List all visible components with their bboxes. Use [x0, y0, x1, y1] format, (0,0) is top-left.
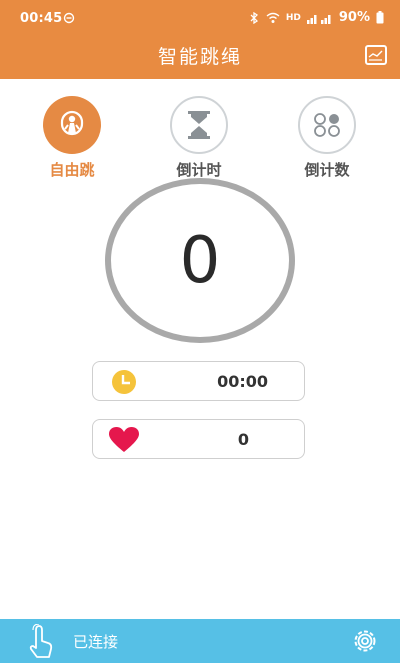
- stats-button[interactable]: [365, 45, 387, 65]
- status-time: 00:45: [20, 11, 63, 26]
- elapsed-time: 00:00: [217, 372, 268, 391]
- person-jumping-icon: [60, 110, 84, 136]
- battery-icon: [376, 11, 384, 24]
- bluetooth-icon: [250, 11, 258, 24]
- heart-rate-box: 0: [92, 419, 305, 459]
- heart-icon: [109, 427, 139, 452]
- tab-countdown-count[interactable]: 倒计数: [282, 96, 372, 180]
- gear-icon[interactable]: [352, 628, 378, 654]
- do-not-disturb-icon: [63, 12, 75, 24]
- connection-status: 已连接: [73, 633, 119, 651]
- status-icons: HD 90%: [248, 10, 384, 25]
- grid-circles-icon: [314, 113, 340, 137]
- hourglass-icon: [188, 111, 210, 139]
- jump-counter-ring: 0: [105, 178, 295, 343]
- jump-count: 0: [179, 223, 221, 298]
- tab-free-jump[interactable]: 自由跳: [27, 96, 117, 180]
- heart-rate-value: 0: [237, 430, 249, 449]
- mode-circle: [298, 96, 356, 154]
- network-type-badge: HD: [285, 12, 301, 23]
- mode-circle: [170, 96, 228, 154]
- chart-icon: [368, 50, 383, 61]
- mode-label: 倒计数: [304, 161, 350, 179]
- hand-touch-icon[interactable]: [26, 624, 56, 660]
- wifi-icon: [266, 12, 280, 23]
- mode-label: 自由跳: [49, 161, 95, 179]
- clock-icon: [112, 370, 136, 394]
- timer-box: 00:00: [92, 361, 305, 401]
- page-title: 智能跳绳: [157, 46, 242, 68]
- status-bar: 00:45 HD 90%: [0, 0, 400, 32]
- mode-circle: [43, 96, 101, 154]
- tab-countdown-timer[interactable]: 倒计时: [154, 96, 244, 180]
- app-header: 00:45 HD 90% 智能跳绳: [0, 0, 400, 79]
- bottom-bar: 已连接: [0, 619, 400, 663]
- mode-label: 倒计时: [176, 161, 222, 179]
- battery-percent: 90%: [338, 10, 370, 25]
- signal-bars-icon: [306, 14, 331, 24]
